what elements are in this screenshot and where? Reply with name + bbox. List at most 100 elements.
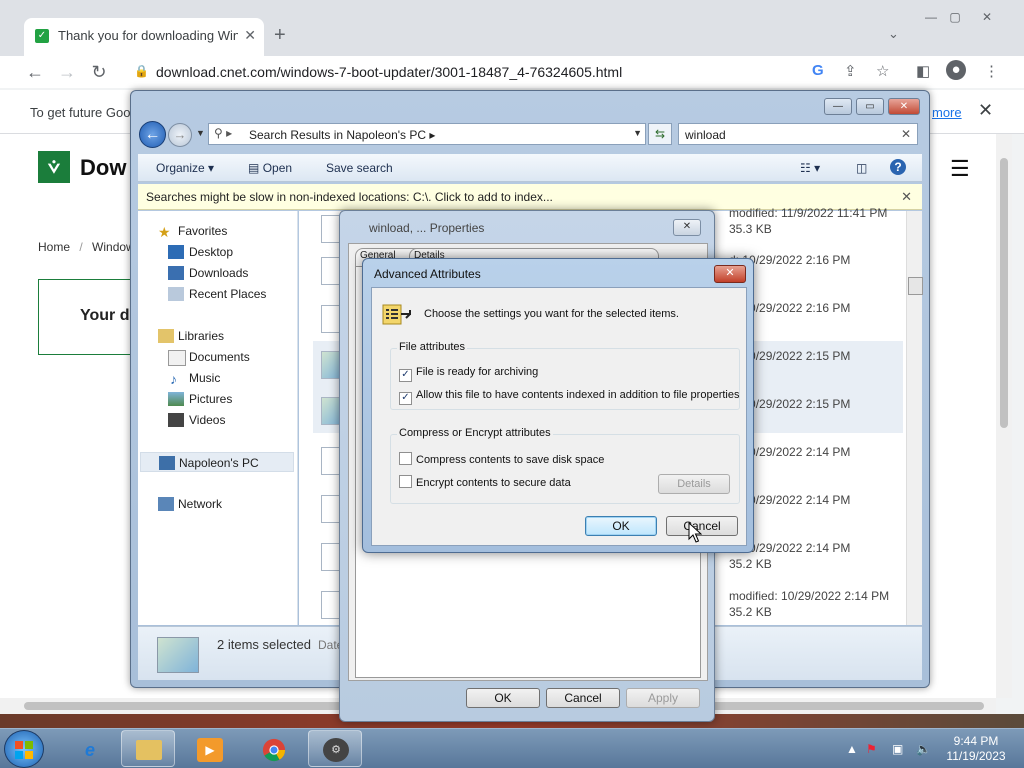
refresh-icon[interactable]: ⇆ [648, 123, 672, 145]
share-icon[interactable]: ⇪ [844, 62, 857, 80]
clear-search-icon[interactable]: ✕ [901, 127, 911, 141]
nav-favorites[interactable]: ★ Favorites [138, 221, 298, 241]
infobar-close-icon[interactable]: ✕ [978, 100, 993, 121]
tab-title: Thank you for downloading Windows... [58, 28, 238, 43]
recent-places-icon [168, 287, 184, 301]
breadcrumb-home[interactable]: Home [38, 240, 70, 254]
advanced-title: Advanced Attributes [374, 267, 481, 281]
nav-pictures[interactable]: Pictures [138, 389, 298, 409]
encrypt-checkbox[interactable]: Encrypt contents to secure data [399, 475, 571, 489]
url-text: download.cnet.com/windows-7-boot-updater… [156, 64, 623, 80]
card-title: Your d [80, 307, 130, 324]
google-translate-icon[interactable]: G [812, 62, 824, 79]
nav-desktop[interactable]: Desktop [138, 242, 298, 262]
nav-downloads[interactable]: Downloads [138, 263, 298, 283]
explorer-forward-icon[interactable]: → [168, 123, 192, 147]
taskbar-boot-updater[interactable]: ⚙ [308, 730, 362, 767]
chrome-close-icon[interactable]: ✕ [972, 10, 1002, 28]
address-dropdown-icon[interactable]: ▼ [633, 128, 642, 138]
network-tray-icon[interactable]: ▣ [892, 742, 903, 756]
scroll-thumb[interactable] [908, 277, 923, 295]
profile-avatar-icon[interactable]: ● [946, 60, 966, 80]
advanced-cancel-button[interactable]: Cancel [666, 516, 738, 536]
back-arrow-icon[interactable]: ← [24, 61, 46, 83]
help-icon[interactable]: ? [890, 159, 906, 175]
advanced-ok-button[interactable]: OK [585, 516, 657, 536]
checkbox-empty-icon [399, 452, 412, 465]
checkbox-checked-icon: ✓ [399, 392, 412, 405]
lock-icon: 🔒 [134, 64, 149, 78]
reload-icon[interactable]: ↻ [88, 61, 110, 83]
explorer-address-bar[interactable]: ⚲ ▸ Search Results in Napoleon's PC ▸ ▼ [208, 123, 646, 145]
bookmark-star-icon[interactable]: ☆ [876, 62, 889, 80]
infobar-more-link[interactable]: more [932, 105, 962, 120]
advanced-body: Choose the settings you want for the sel… [371, 287, 747, 546]
start-button[interactable] [4, 730, 44, 768]
download-logo-icon[interactable]: ⩒ [38, 151, 70, 183]
preview-pane-icon[interactable]: ◫ [856, 161, 867, 175]
action-center-icon[interactable]: ⚑ [866, 742, 877, 756]
scroll-thumb[interactable] [1000, 158, 1008, 428]
chrome-restore-icon[interactable]: ▢ [940, 10, 970, 28]
breadcrumb-windows[interactable]: Window [92, 240, 135, 254]
taskbar-explorer[interactable] [121, 730, 175, 767]
details-button[interactable]: Details [658, 474, 730, 494]
nav-documents[interactable]: Documents [138, 347, 298, 367]
volume-icon[interactable]: 🔈 [916, 742, 931, 756]
properties-apply-button[interactable]: Apply [626, 688, 700, 708]
compress-checkbox[interactable]: Compress contents to save disk space [399, 452, 604, 466]
nav-napoleons-pc[interactable]: Napoleon's PC [140, 452, 294, 472]
warning-close-icon[interactable]: ✕ [901, 189, 912, 205]
nav-recent-places[interactable]: Recent Places [138, 284, 298, 304]
cnet-favicon-icon: ✓ [35, 29, 49, 43]
side-panel-icon[interactable]: ◧ [916, 62, 930, 80]
nav-music[interactable]: ♪ Music [138, 368, 298, 388]
taskbar-media-player[interactable]: ▶ [182, 730, 236, 767]
chrome-menu-icon[interactable]: ⋮ [984, 62, 999, 80]
folder-icon [136, 740, 162, 760]
hamburger-menu-icon[interactable]: ☰ [950, 156, 970, 182]
tab-thank-you[interactable]: ✓ Thank you for downloading Windows... ✕ [24, 18, 264, 56]
open-button[interactable]: ▤ Open [248, 161, 292, 175]
properties-ok-button[interactable]: OK [466, 688, 540, 708]
warning-text: Searches might be slow in non-indexed lo… [146, 190, 553, 204]
nav-libraries[interactable]: Libraries [138, 326, 298, 346]
breadcrumb: Home / Window [38, 240, 135, 254]
file-list-scrollbar[interactable] [906, 211, 923, 625]
navigation-pane: ★ Favorites Desktop Downloads Recent Pla… [138, 211, 298, 625]
forward-arrow-icon[interactable]: → [56, 61, 78, 83]
taskbar-ie[interactable]: e [62, 730, 116, 767]
nav-network[interactable]: Network [138, 494, 298, 514]
explorer-search-input[interactable]: winload ✕ [678, 123, 918, 145]
site-logo-text[interactable]: Dow [80, 155, 126, 181]
recent-pages-icon[interactable]: ▼ [196, 128, 205, 138]
infobar-text: To get future Goo [30, 105, 131, 120]
page-vertical-scrollbar[interactable] [996, 134, 1012, 698]
tab-search-icon[interactable]: ⌄ [888, 26, 899, 42]
network-icon [158, 497, 174, 511]
tab-close-icon[interactable]: ✕ [244, 27, 256, 44]
star-icon: ★ [158, 224, 171, 240]
system-clock[interactable]: 9:44 PM 11/19/2023 [946, 734, 1006, 764]
properties-cancel-button[interactable]: Cancel [546, 688, 620, 708]
mouse-cursor-icon [688, 522, 702, 543]
save-search-button[interactable]: Save search [326, 161, 393, 175]
explorer-back-icon[interactable]: ← [139, 121, 166, 148]
view-options-icon[interactable]: ☷ ▾ [800, 161, 820, 175]
organize-button[interactable]: Organize ▾ [156, 161, 214, 175]
nav-videos[interactable]: Videos [138, 410, 298, 430]
properties-close-icon[interactable]: ✕ [673, 219, 701, 236]
new-tab-button[interactable]: + [274, 24, 286, 47]
advanced-close-icon[interactable]: ✕ [714, 265, 746, 283]
checkbox-empty-icon [399, 475, 412, 488]
documents-icon [168, 350, 186, 366]
explorer-close-icon[interactable]: ✕ [888, 98, 920, 115]
explorer-minimize-icon[interactable]: — [824, 98, 852, 115]
address-bar[interactable]: 🔒 download.cnet.com/windows-7-boot-updat… [126, 60, 906, 84]
archive-checkbox[interactable]: ✓ File is ready for archiving [399, 366, 538, 382]
explorer-maximize-icon[interactable]: ▭ [856, 98, 884, 115]
show-hidden-icons[interactable]: ▲ [846, 742, 858, 756]
search-results-icon: ⚲ ▸ [214, 126, 233, 140]
index-checkbox[interactable]: ✓ Allow this file to have contents indexe… [399, 389, 739, 405]
taskbar-chrome[interactable] [246, 730, 300, 767]
